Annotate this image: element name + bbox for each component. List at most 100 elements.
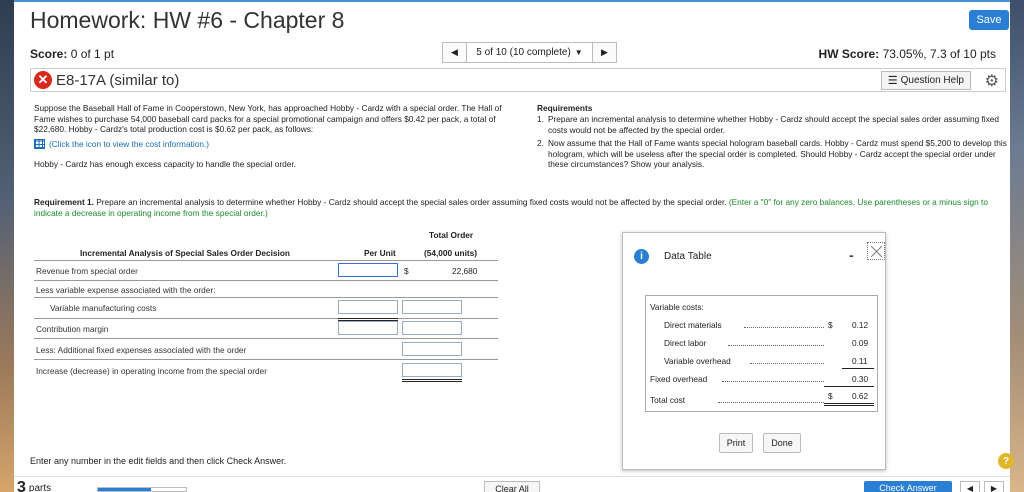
triangle-right-icon: ▶ (990, 484, 998, 492)
incorrect-icon: ✕ (34, 71, 52, 89)
question-position: 5 of 10 (10 complete) (476, 47, 571, 58)
units-header: (54,000 units) (424, 248, 478, 258)
total-cost-label: Total cost (650, 395, 686, 405)
score-value: 0 of 1 pt (70, 47, 115, 61)
leader-dots (728, 339, 824, 346)
row-fixed-expenses: Less: Additional fixed expenses associat… (36, 345, 247, 355)
direct-labor-value: 0.09 (852, 338, 869, 348)
question-header: ✕ E8-17A (similar to) ☰ Question Help ⚙ (30, 68, 1006, 92)
question-help-label: Question Help (900, 75, 964, 86)
header-divider (34, 260, 498, 261)
dialog-title: Data Table (664, 251, 712, 262)
contribution-per-unit-input[interactable] (338, 321, 398, 335)
prev-part-button[interactable]: ◀ (960, 481, 980, 492)
question-selector[interactable]: 5 of 10 (10 complete) ▼ (467, 42, 592, 63)
fixed-overhead-label: Fixed overhead (650, 374, 708, 384)
per-unit-header: Per Unit (364, 248, 396, 258)
variable-mfg-total-input[interactable] (402, 300, 462, 314)
triangle-right-icon: ▶ (601, 47, 608, 57)
question-id: E8-17A (similar to) (56, 71, 180, 89)
parts-progress-fill (98, 488, 151, 491)
fixed-expenses-total-input[interactable] (402, 342, 462, 356)
cost-info-link[interactable]: (Click the icon to view the cost informa… (34, 139, 524, 150)
done-button[interactable]: Done (763, 433, 801, 453)
variable-overhead-value: 0.11 (852, 356, 868, 366)
total-cost-value: 0.62 (852, 391, 869, 401)
print-button[interactable]: Print (719, 433, 753, 453)
analysis-title: Incremental Analysis of Special Sales Or… (80, 248, 290, 258)
requirement-item: 1. Prepare an incremental analysis to de… (537, 114, 1017, 135)
row-revenue: Revenue from special order (36, 266, 138, 276)
double-underline (402, 379, 462, 382)
question-navigator: ◀ 5 of 10 (10 complete) ▼ ▶ (442, 42, 617, 63)
problem-statement: Suppose the Baseball Hall of Fame in Coo… (34, 103, 524, 170)
total-double-underline (824, 405, 874, 406)
question-help-button[interactable]: ☰ Question Help (880, 71, 971, 90)
fixed-overhead-value: 0.30 (852, 374, 869, 384)
parts-indicator: 3 parts (17, 479, 51, 492)
double-underline (338, 318, 398, 321)
check-answer-button[interactable]: Check Answer (864, 481, 952, 492)
revenue-total: 22,680 (452, 266, 478, 276)
requirement-1-label: Requirement 1. (34, 197, 94, 207)
row-variable-mfg: Variable manufacturing costs (50, 303, 157, 313)
variable-costs-label: Variable costs: (650, 302, 704, 312)
triangle-left-icon: ◀ (966, 484, 974, 492)
cost-table: Variable costs: Direct materials $ 0.12 … (645, 295, 878, 412)
triangle-left-icon: ◀ (451, 47, 458, 57)
contribution-total-input[interactable] (402, 321, 462, 335)
problem-text: Suppose the Baseball Hall of Fame in Coo… (34, 103, 502, 135)
subtotal-underline (824, 386, 874, 387)
save-button[interactable]: Save (969, 10, 1009, 30)
help-icon[interactable]: ? (998, 453, 1014, 469)
revenue-dollar-sign: $ (404, 266, 409, 276)
table-icon[interactable] (34, 139, 45, 150)
variable-mfg-per-unit-input[interactable] (338, 300, 398, 314)
requirement-number: 1. (537, 114, 544, 125)
requirement-number: 2. (537, 138, 544, 149)
parts-label: parts (28, 482, 52, 492)
cost-info-link-label: (Click the icon to view the cost informa… (49, 138, 210, 149)
next-part-button[interactable]: ▶ (984, 481, 1004, 492)
score: Score: 0 of 1 pt (30, 47, 114, 61)
row-divider (34, 297, 498, 298)
hw-score-label: HW Score: (818, 47, 880, 61)
direct-materials-label: Direct materials (664, 320, 722, 330)
revenue-per-unit-input[interactable] (338, 263, 398, 277)
leader-dots (744, 321, 824, 328)
row-less-variable: Less variable expense associated with th… (36, 285, 216, 295)
subtotal-underline (842, 368, 874, 369)
close-icon[interactable] (867, 242, 885, 260)
total-order-header: Total Order (429, 230, 474, 240)
row-divider (34, 338, 498, 339)
triangle-down-icon: ▼ (574, 48, 583, 57)
hw-score-value: 73.05%, 7.3 of 10 pts (882, 47, 996, 61)
background-right (1010, 0, 1024, 492)
clear-all-button[interactable]: Clear All (484, 481, 540, 492)
row-divider (34, 280, 498, 281)
hw-score: HW Score: 73.05%, 7.3 of 10 pts (819, 47, 996, 61)
row-contribution-margin: Contribution margin (36, 324, 109, 334)
requirements: Requirements 1. Prepare an incremental a… (537, 103, 1017, 169)
operating-income-total-input[interactable] (402, 363, 462, 377)
minimize-button[interactable]: - (849, 247, 854, 263)
gear-icon[interactable]: ⚙ (985, 71, 999, 91)
info-icon: i (634, 249, 649, 264)
total-cost-dollar: $ (828, 391, 833, 401)
prev-question-button[interactable]: ◀ (442, 42, 467, 63)
background-left (0, 0, 14, 492)
footer-divider (14, 476, 1010, 477)
requirement-text: Now assume that the Hall of Fame wants s… (548, 138, 1007, 170)
total-double-underline (824, 403, 874, 404)
next-question-button[interactable]: ▶ (592, 42, 617, 63)
leader-dots (718, 396, 824, 403)
direct-materials-value: 0.12 (852, 320, 869, 330)
direct-labor-label: Direct labor (664, 338, 707, 348)
footer-instruction: Enter any number in the edit fields and … (30, 456, 287, 466)
parts-count: 3 (17, 479, 26, 492)
requirements-title: Requirements (537, 103, 593, 113)
row-divider (34, 359, 498, 360)
direct-materials-dollar: $ (828, 320, 833, 330)
leader-dots (750, 357, 824, 364)
parts-progress (97, 487, 187, 492)
